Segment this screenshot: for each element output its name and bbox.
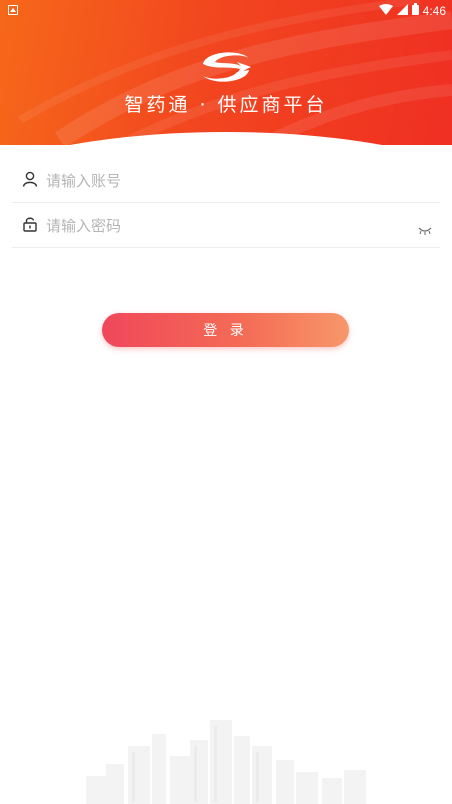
notification-icon (8, 4, 18, 18)
status-bar: 4:46 (0, 0, 452, 20)
user-icon (22, 171, 38, 191)
wifi-icon (378, 3, 393, 18)
account-field (12, 159, 440, 203)
signal-icon (396, 3, 408, 18)
city-skyline-image (86, 720, 366, 804)
password-field (12, 204, 440, 248)
password-input[interactable] (46, 214, 406, 238)
clock: 4:46 (422, 3, 446, 18)
lock-icon (22, 216, 38, 236)
login-screen: 4:46 智药通 · 供应商平台 请输入账号 登 录 (0, 0, 452, 804)
status-right: 4:46 (378, 3, 446, 18)
eye-closed-icon[interactable] (418, 220, 432, 239)
account-input[interactable] (46, 169, 406, 193)
header-banner: 4:46 智药通 · 供应商平台 (0, 0, 452, 145)
login-button[interactable]: 登 录 (102, 313, 349, 347)
zhiyaotong-logo (197, 50, 255, 88)
battery-icon (411, 3, 419, 18)
brand-title: 智药通 · 供应商平台 (124, 94, 328, 116)
